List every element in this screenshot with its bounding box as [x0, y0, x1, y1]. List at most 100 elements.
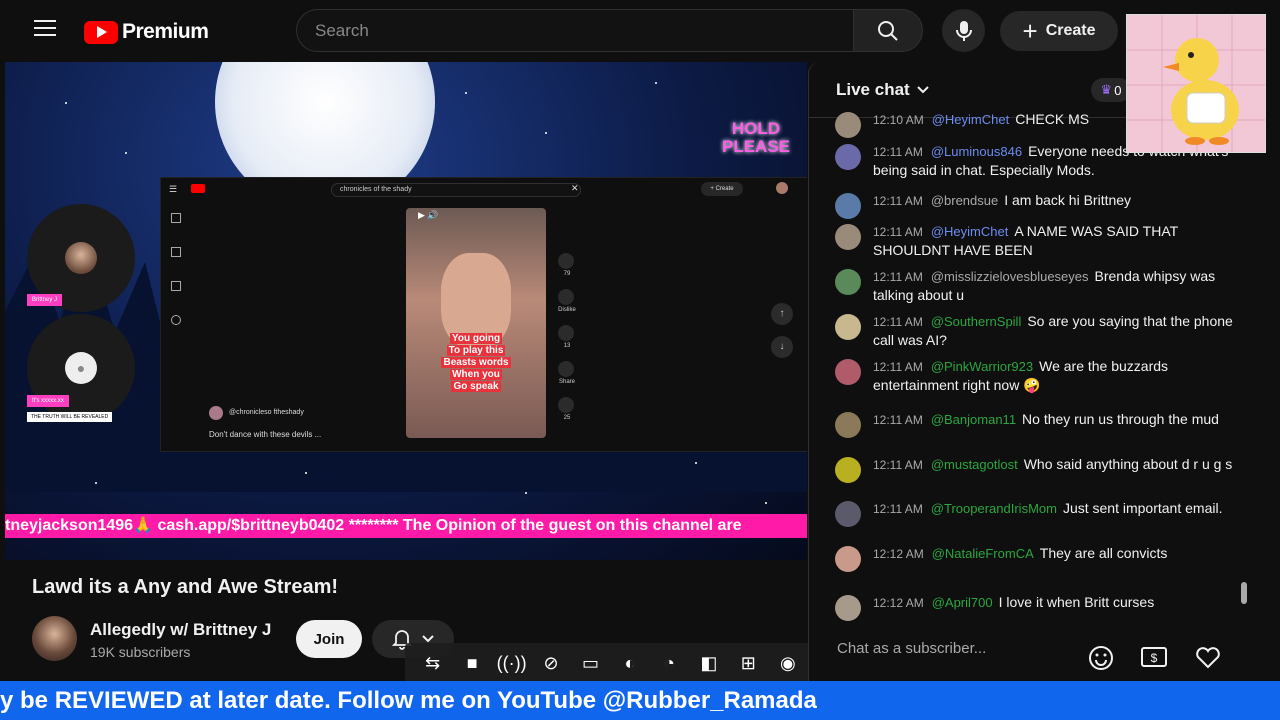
search-button[interactable]: [853, 9, 923, 52]
inner-up-arrow-icon: ↑: [771, 303, 793, 325]
message-author[interactable]: @PinkWarrior923: [931, 359, 1033, 374]
message-time: 12:12 AM: [873, 547, 924, 561]
member-count: 0: [1114, 82, 1122, 98]
camera-icon[interactable]: ◉: [774, 653, 802, 674]
auto-adjust-icon[interactable]: ◧: [695, 653, 723, 674]
message-author[interactable]: @mustagotlost: [931, 457, 1018, 472]
repeat-icon[interactable]: ⇆: [419, 653, 447, 674]
aspect-ratio-icon[interactable]: ▭: [577, 653, 605, 674]
message-time: 12:10 AM: [873, 113, 924, 127]
chat-mode-selector[interactable]: Live chat: [836, 80, 930, 100]
inner-actions: 79 Dislike 13 Share 25: [558, 253, 576, 421]
message-avatar: [835, 546, 861, 572]
youtube-play-icon: [84, 20, 118, 44]
chat-title: Live chat: [836, 80, 910, 99]
search-input[interactable]: [297, 10, 853, 51]
video-caption: You going To play this Beasts words When…: [426, 333, 526, 393]
message-time: 12:11 AM: [873, 194, 923, 208]
message-text: No they run us through the mud: [1022, 411, 1219, 427]
svg-text:$: $: [1151, 651, 1158, 665]
voice-search-button[interactable]: [942, 9, 985, 52]
cast-off-icon[interactable]: ⊘: [537, 653, 565, 674]
message-author[interactable]: @brendsue: [931, 193, 998, 208]
guest-name-tag-1: Brittney J: [27, 294, 63, 306]
message-author[interactable]: @SouthernSpill: [931, 314, 1022, 329]
inner-comment-count: 13: [563, 343, 571, 349]
message-avatar: [835, 314, 861, 340]
channel-name[interactable]: Allegedly w/ Brittney J: [90, 620, 271, 640]
message-text: I am back hi Brittney: [1004, 192, 1132, 208]
message-avatar: [835, 193, 861, 219]
chat-message: 12:11 AM @mustagotlost Who said anything a…: [835, 455, 1235, 483]
top-bar: Premium + Create: [0, 0, 1280, 62]
screen-share-window: ☰ chronicles of the shady ✕ + Create ▶ 🔊…: [160, 177, 807, 452]
message-avatar: [835, 457, 861, 483]
video-player[interactable]: HOLD PLEASE ☰ chronicles of the shady ✕ …: [5, 62, 807, 560]
message-text: Just sent important email.: [1062, 500, 1223, 516]
add-overlay-icon[interactable]: ⊞: [734, 653, 762, 674]
inner-short-video: ▶ 🔊 You going To play this Beasts words …: [406, 208, 546, 438]
message-text: CHECK MS: [1015, 112, 1090, 127]
inner-youtube-logo: [191, 184, 205, 193]
truth-tag: THE TRUTH WILL BE REVEALED: [27, 412, 113, 422]
message-author[interactable]: @TrooperandIrisMom: [931, 501, 1057, 516]
message-author[interactable]: @HeyimChet: [932, 112, 1010, 127]
user-placeholder-icon: ●: [65, 352, 97, 384]
inner-search-box: chronicles of the shady: [331, 183, 581, 197]
chat-scrollbar[interactable]: [1241, 582, 1247, 604]
create-button[interactable]: + Create: [1000, 11, 1118, 51]
member-badge[interactable]: ♛ 0: [1091, 78, 1131, 102]
channel-avatar[interactable]: [32, 616, 77, 661]
plus-icon: +: [1022, 16, 1038, 46]
menu-icon[interactable]: [34, 20, 56, 38]
inner-down-arrow-icon: ↓: [771, 336, 793, 358]
subscriber-count: 19K subscribers: [90, 644, 191, 660]
caption-line: Beasts words: [441, 357, 511, 368]
chat-message: 12:11 AM @TrooperandIrisMom Just sent impo…: [835, 499, 1235, 527]
donation-ticker: tneyjackson1496🙏 cash.app/$brittneyb0402…: [5, 514, 807, 538]
chat-messages: 12:10 AM @HeyimChet CHECK MS 12:11 AM @Lumi…: [809, 112, 1244, 622]
message-time: 12:11 AM: [873, 360, 923, 374]
search-icon: [878, 20, 898, 41]
youtube-premium-logo[interactable]: Premium: [84, 20, 209, 44]
message-author[interactable]: @April700: [932, 595, 993, 610]
chat-message: 12:11 AM @SouthernSpill So are you saying …: [835, 312, 1235, 349]
chat-message: 12:12 AM @NatalieFromCA They are all convi…: [835, 544, 1235, 572]
stop-icon[interactable]: ■: [458, 653, 486, 674]
message-time: 12:11 AM: [873, 225, 923, 239]
message-avatar: [835, 595, 861, 621]
message-time: 12:11 AM: [873, 458, 923, 472]
message-author[interactable]: @HeyimChet: [931, 224, 1009, 239]
inner-left-nav: [171, 213, 185, 343]
caption-line: When you: [450, 369, 502, 380]
caption-line: To play this: [446, 345, 506, 356]
create-label: Create: [1045, 22, 1096, 39]
speedometer-icon[interactable]: ◔: [655, 653, 683, 674]
inner-create-button: + Create: [701, 182, 743, 196]
chevron-down-icon: [916, 86, 929, 94]
heart-button[interactable]: [1190, 640, 1226, 676]
message-author[interactable]: @misslizzielovesblueseyes: [931, 269, 1089, 284]
message-author[interactable]: @NatalieFromCA: [932, 546, 1034, 561]
live-chat-panel: Live chat ♛ 0 12:10 AM @HeyimChet CHECK MS…: [808, 62, 1256, 682]
message-time: 12:12 AM: [873, 596, 924, 610]
message-time: 12:11 AM: [873, 315, 923, 329]
emoji-button[interactable]: [1083, 640, 1119, 676]
inner-menu-icon: ☰: [169, 184, 178, 194]
broadcast-icon[interactable]: ((·)): [497, 653, 527, 674]
filter-icon[interactable]: ◐: [616, 653, 644, 674]
message-avatar: [835, 359, 861, 385]
message-author[interactable]: @Luminous846: [931, 144, 1022, 159]
chat-input[interactable]: [837, 640, 1077, 657]
inner-like-count: 79: [563, 271, 571, 277]
emoji-icon: [1089, 646, 1113, 670]
chat-message: 12:11 AM @Banjoman11 No they run us throug…: [835, 410, 1235, 438]
message-author[interactable]: @Banjoman11: [931, 412, 1016, 427]
message-avatar: [835, 224, 861, 250]
guest-face-1: [65, 242, 97, 274]
message-text: They are all convicts: [1039, 545, 1168, 561]
join-button[interactable]: Join: [296, 620, 362, 658]
hold-line-2: PLEASE: [721, 137, 791, 156]
super-chat-button[interactable]: $: [1136, 640, 1172, 676]
message-time: 12:11 AM: [873, 270, 923, 284]
